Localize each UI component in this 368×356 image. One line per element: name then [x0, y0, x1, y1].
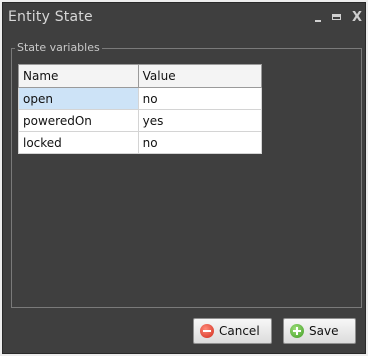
state-variables-table: Name Value open no poweredOn yes locked … [18, 64, 263, 154]
name-cell[interactable]: locked [18, 131, 139, 154]
maximize-icon[interactable] [329, 10, 345, 26]
column-header-value[interactable]: Value [137, 64, 263, 88]
value-cell[interactable]: no [137, 131, 263, 154]
minimize-icon[interactable] [310, 10, 326, 26]
name-cell[interactable]: poweredOn [18, 109, 139, 132]
cancel-button-label: Cancel [219, 324, 260, 338]
table-header-row: Name Value [18, 64, 263, 88]
name-cell[interactable]: open [18, 87, 139, 110]
value-cell[interactable]: yes [137, 109, 263, 132]
window-title: Entity State [8, 9, 93, 25]
cancel-icon [200, 324, 214, 338]
save-icon [290, 324, 304, 338]
value-cell[interactable]: no [137, 87, 263, 110]
title-bar: Entity State X [3, 3, 365, 33]
column-header-name[interactable]: Name [18, 64, 139, 88]
save-button[interactable]: Save [283, 318, 356, 344]
table-row[interactable]: locked no [18, 131, 263, 154]
table-row[interactable]: open no [18, 87, 263, 110]
save-button-label: Save [309, 324, 339, 338]
cancel-button[interactable]: Cancel [193, 318, 272, 344]
table-row[interactable]: poweredOn yes [18, 109, 263, 132]
close-icon[interactable]: X [349, 10, 365, 26]
state-variables-label: State variables [15, 41, 102, 54]
